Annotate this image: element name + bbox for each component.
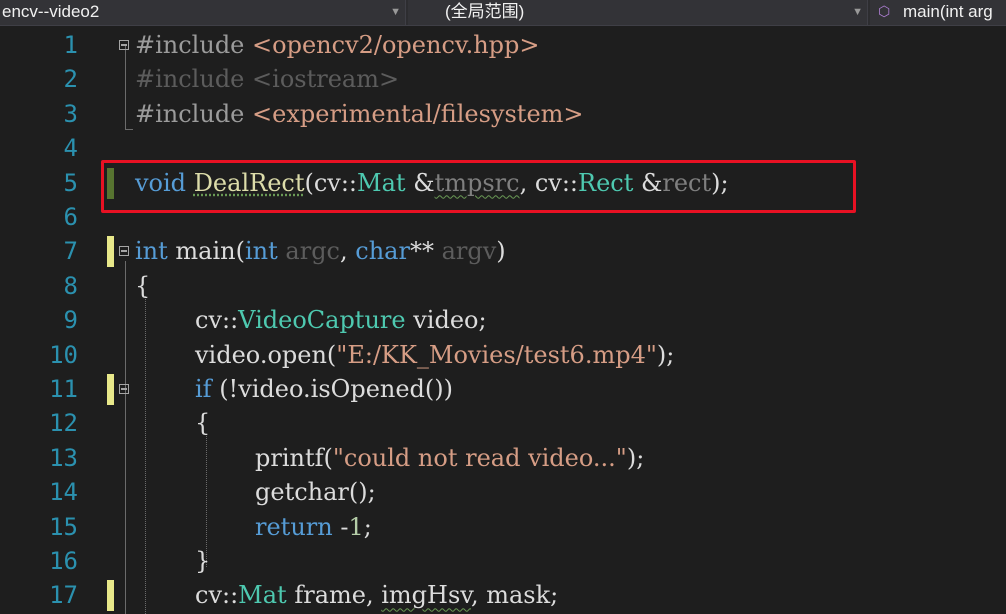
line-number: 17: [49, 581, 78, 610]
highlight-box: [101, 160, 856, 213]
code-text: {: [195, 409, 211, 438]
line-number: 14: [49, 478, 78, 507]
code-line: 9 cv::VideoCapture video;: [0, 303, 1006, 337]
line-number: 13: [49, 443, 78, 472]
change-marker: [107, 374, 114, 405]
chevron-down-icon[interactable]: ▼: [390, 0, 401, 24]
code-line: 13 printf("could not read video...");: [0, 441, 1006, 475]
code-line: 10 video.open("E:/KK_Movies/test6.mp4");: [0, 338, 1006, 372]
code-text: if (!video.isOpened()): [195, 375, 454, 403]
scope-name: (全局范围): [445, 2, 525, 21]
line-number: 15: [49, 512, 78, 541]
navigation-bar: encv--video2 ▼ (全局范围) ▼ ⬡ main(int arg: [0, 0, 1006, 26]
line-number: 12: [49, 409, 78, 438]
code-line: 3 #include <experimental/filesystem>: [0, 97, 1006, 131]
code-text: #include <experimental/filesystem>: [135, 99, 584, 128]
code-text: #include <iostream>: [135, 65, 400, 94]
collapse-icon[interactable]: [119, 246, 129, 257]
project-name: encv--video2: [2, 2, 100, 21]
code-line: 11 if (!video.isOpened()): [0, 372, 1006, 406]
code-editor[interactable]: 1 #include <opencv2/opencv.hpp> 2 #inclu…: [0, 26, 1006, 614]
code-line: 2 #include <iostream>: [0, 62, 1006, 96]
change-marker: [107, 236, 114, 268]
code-text: return -1;: [255, 512, 372, 541]
line-number: 10: [49, 340, 78, 369]
chevron-down-icon[interactable]: ▼: [852, 0, 863, 24]
code-text: video.open("E:/KK_Movies/test6.mp4");: [195, 340, 675, 369]
line-number: 8: [63, 271, 78, 300]
code-text: }: [195, 547, 211, 575]
code-text: cv::Mat frame, imgHsv, mask;: [195, 581, 559, 610]
collapse-icon[interactable]: [119, 384, 129, 394]
code-line: 14 getchar();: [0, 475, 1006, 509]
line-number: 11: [49, 375, 78, 403]
line-number: 7: [63, 237, 78, 266]
code-text: {: [135, 271, 151, 300]
code-text: int main(int argc, char** argv): [135, 237, 506, 266]
line-number: 5: [63, 168, 78, 197]
code-line: 15 return -1;: [0, 510, 1006, 544]
cube-icon: ⬡: [878, 3, 891, 19]
collapse-icon[interactable]: [119, 40, 129, 50]
member-dropdown[interactable]: ⬡ main(int arg: [870, 0, 1006, 25]
member-name: main(int arg: [903, 2, 993, 21]
code-line: 17 cv::Mat frame, imgHsv, mask;: [0, 578, 1006, 612]
code-text: cv::VideoCapture video;: [195, 306, 487, 335]
code-text: printf("could not read video...");: [255, 443, 645, 472]
code-line: 1 #include <opencv2/opencv.hpp>: [0, 28, 1006, 62]
line-number: 6: [63, 203, 78, 231]
code-text: #include <opencv2/opencv.hpp>: [135, 31, 540, 59]
project-dropdown[interactable]: encv--video2 ▼: [0, 0, 406, 25]
code-line: 8 {: [0, 269, 1006, 303]
line-number: 9: [63, 306, 78, 335]
code-text: getchar();: [255, 478, 376, 507]
code-line: 12 {: [0, 406, 1006, 440]
line-number: 4: [63, 134, 78, 163]
line-number: 1: [63, 31, 78, 59]
scope-dropdown[interactable]: (全局范围) ▼: [408, 0, 868, 25]
line-number: 2: [63, 65, 78, 94]
code-line: 16 }: [0, 544, 1006, 578]
change-marker: [107, 580, 114, 612]
code-line: 7 int main(int argc, char** argv): [0, 234, 1006, 268]
line-number: 3: [63, 99, 78, 128]
line-number: 16: [49, 547, 78, 575]
